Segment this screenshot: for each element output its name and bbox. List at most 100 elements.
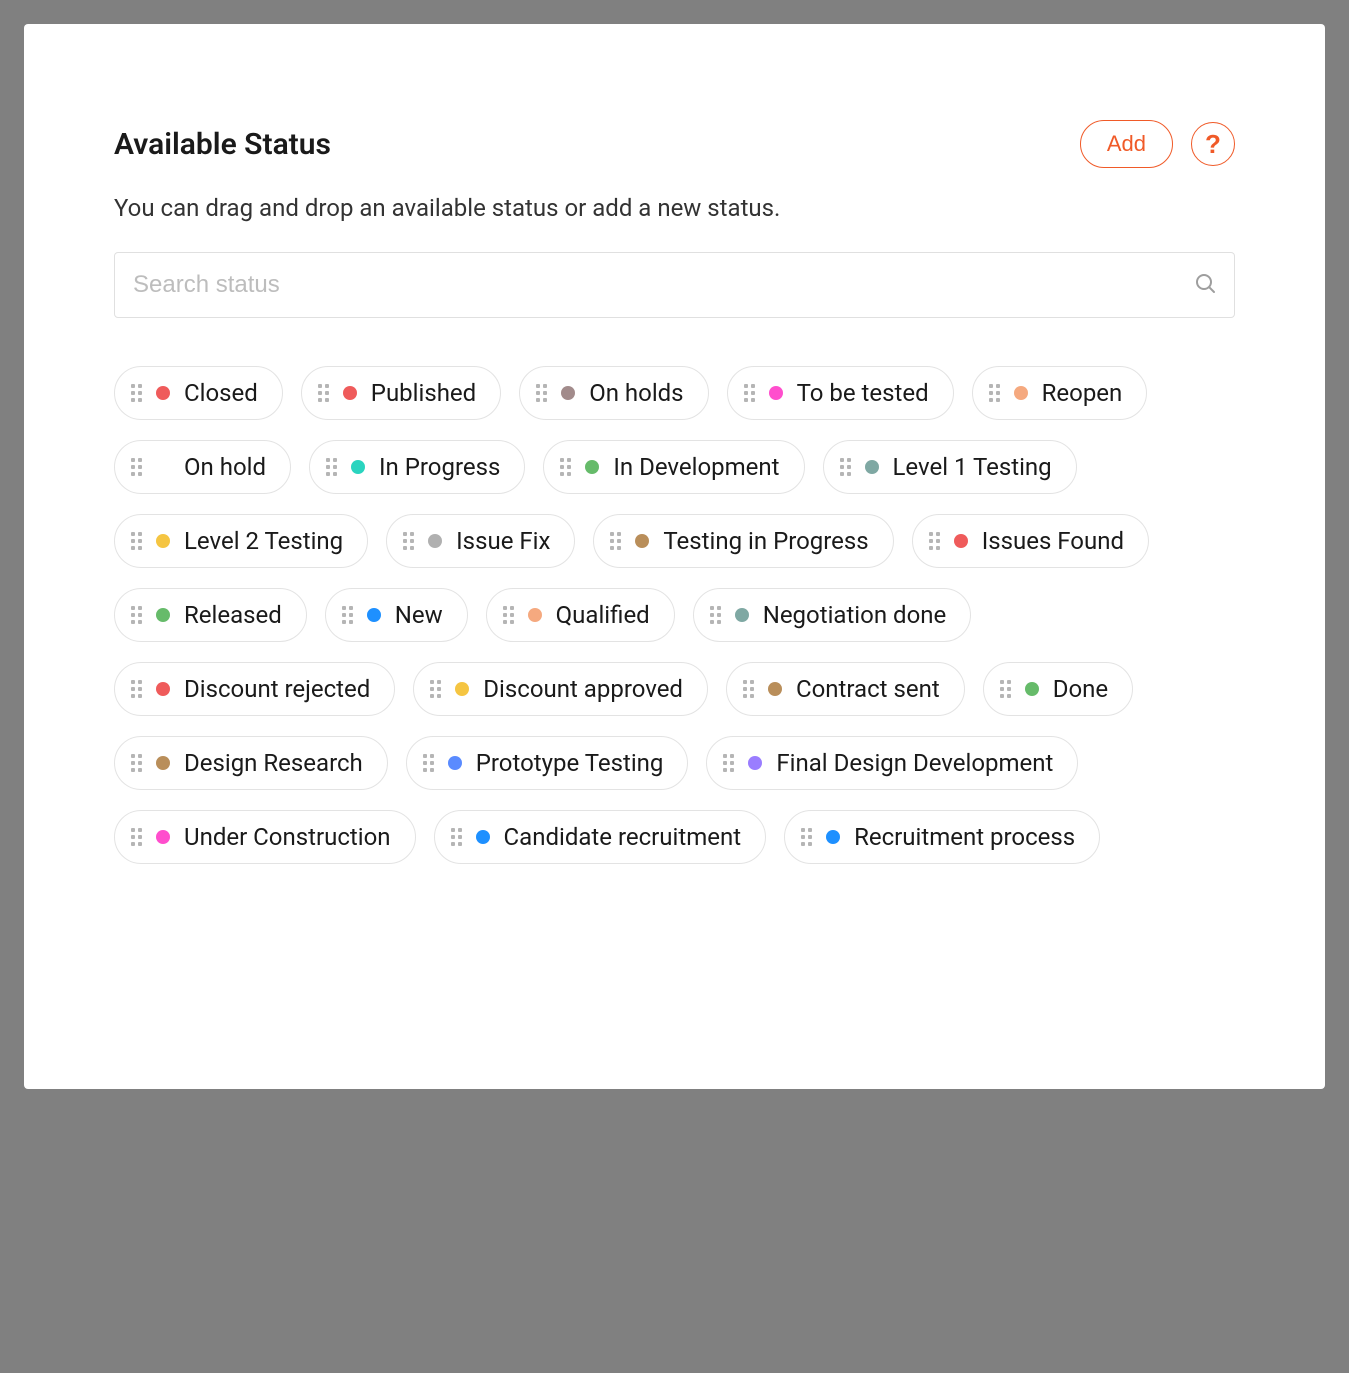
status-chip-label: On holds — [589, 379, 683, 407]
status-color-dot — [343, 386, 357, 400]
status-chip[interactable]: Closed — [114, 366, 283, 420]
status-chip-label: Released — [184, 601, 282, 629]
status-chip[interactable]: On hold — [114, 440, 291, 494]
status-color-dot — [367, 608, 381, 622]
status-chip[interactable]: Level 1 Testing — [823, 440, 1077, 494]
status-chip[interactable]: New — [325, 588, 468, 642]
status-chip[interactable]: Prototype Testing — [406, 736, 689, 790]
status-chip[interactable]: In Development — [543, 440, 804, 494]
status-chip[interactable]: Negotiation done — [693, 588, 972, 642]
status-color-dot — [156, 534, 170, 548]
drag-handle-icon[interactable] — [430, 680, 441, 698]
status-chip[interactable]: Done — [983, 662, 1133, 716]
drag-handle-icon[interactable] — [131, 828, 142, 846]
status-chip[interactable]: Released — [114, 588, 307, 642]
drag-handle-icon[interactable] — [423, 754, 434, 772]
status-chip[interactable]: Design Research — [114, 736, 388, 790]
status-chip[interactable]: To be tested — [727, 366, 954, 420]
drag-handle-icon[interactable] — [131, 606, 142, 624]
search-input[interactable] — [114, 252, 1235, 318]
status-color-dot — [635, 534, 649, 548]
status-color-dot — [561, 386, 575, 400]
status-chip-label: Negotiation done — [763, 601, 947, 629]
status-color-dot — [351, 460, 365, 474]
drag-handle-icon[interactable] — [744, 384, 755, 402]
status-chip-label: To be tested — [797, 379, 929, 407]
drag-handle-icon[interactable] — [1000, 680, 1011, 698]
drag-handle-icon[interactable] — [840, 458, 851, 476]
drag-handle-icon[interactable] — [131, 680, 142, 698]
status-chip-label: Reopen — [1042, 379, 1123, 407]
page-title: Available Status — [114, 127, 331, 162]
status-color-dot — [735, 608, 749, 622]
status-color-dot — [1025, 682, 1039, 696]
drag-handle-icon[interactable] — [989, 384, 1000, 402]
status-chip-label: Final Design Development — [776, 749, 1053, 777]
status-chip[interactable]: Discount approved — [413, 662, 708, 716]
status-chip-label: Design Research — [184, 749, 363, 777]
status-color-dot — [748, 756, 762, 770]
status-chip-label: Testing in Progress — [663, 527, 868, 555]
status-chip-label: Candidate recruitment — [504, 823, 742, 851]
status-color-dot — [826, 830, 840, 844]
drag-handle-icon[interactable] — [403, 532, 414, 550]
add-button[interactable]: Add — [1080, 120, 1173, 168]
drag-handle-icon[interactable] — [451, 828, 462, 846]
status-chip[interactable]: Final Design Development — [706, 736, 1078, 790]
drag-handle-icon[interactable] — [131, 384, 142, 402]
status-chip[interactable]: Qualified — [486, 588, 675, 642]
status-chip-label: Prototype Testing — [476, 749, 664, 777]
status-chip[interactable]: Candidate recruitment — [434, 810, 767, 864]
drag-handle-icon[interactable] — [131, 754, 142, 772]
status-chip-label: In Development — [613, 453, 779, 481]
drag-handle-icon[interactable] — [743, 680, 754, 698]
status-color-dot — [156, 830, 170, 844]
status-chip-label: Done — [1053, 675, 1108, 703]
status-chip-label: Level 2 Testing — [184, 527, 343, 555]
status-chip-label: Level 1 Testing — [893, 453, 1052, 481]
status-chip[interactable]: Contract sent — [726, 662, 965, 716]
status-color-dot — [156, 756, 170, 770]
drag-handle-icon[interactable] — [710, 606, 721, 624]
drag-handle-icon[interactable] — [131, 532, 142, 550]
status-chip[interactable]: In Progress — [309, 440, 525, 494]
status-chip-label: In Progress — [379, 453, 500, 481]
status-chip-label: Published — [371, 379, 476, 407]
header-row: Available Status Add ? — [114, 120, 1235, 168]
description-text: You can drag and drop an available statu… — [114, 194, 1235, 222]
status-color-dot — [448, 756, 462, 770]
status-chip-label: Contract sent — [796, 675, 940, 703]
status-chip[interactable]: Recruitment process — [784, 810, 1100, 864]
drag-handle-icon[interactable] — [610, 532, 621, 550]
status-color-dot — [156, 608, 170, 622]
status-chip[interactable]: Issue Fix — [386, 514, 575, 568]
status-chip[interactable]: Under Construction — [114, 810, 416, 864]
status-chip[interactable]: Testing in Progress — [593, 514, 893, 568]
status-chip-label: Issues Found — [982, 527, 1124, 555]
search-wrap — [114, 252, 1235, 318]
status-chip[interactable]: Level 2 Testing — [114, 514, 368, 568]
status-chip[interactable]: On holds — [519, 366, 708, 420]
drag-handle-icon[interactable] — [131, 458, 142, 476]
drag-handle-icon[interactable] — [318, 384, 329, 402]
help-button[interactable]: ? — [1191, 122, 1235, 166]
status-chip[interactable]: Issues Found — [912, 514, 1149, 568]
status-color-dot — [768, 682, 782, 696]
drag-handle-icon[interactable] — [326, 458, 337, 476]
drag-handle-icon[interactable] — [929, 532, 940, 550]
drag-handle-icon[interactable] — [342, 606, 353, 624]
help-icon: ? — [1205, 129, 1221, 160]
drag-handle-icon[interactable] — [560, 458, 571, 476]
header-actions: Add ? — [1080, 120, 1235, 168]
drag-handle-icon[interactable] — [723, 754, 734, 772]
status-color-dot — [476, 830, 490, 844]
drag-handle-icon[interactable] — [503, 606, 514, 624]
status-chip[interactable]: Discount rejected — [114, 662, 395, 716]
status-color-dot — [865, 460, 879, 474]
drag-handle-icon[interactable] — [536, 384, 547, 402]
status-chip-label: New — [395, 601, 443, 629]
status-chip[interactable]: Published — [301, 366, 501, 420]
status-color-dot — [769, 386, 783, 400]
status-chip[interactable]: Reopen — [972, 366, 1148, 420]
drag-handle-icon[interactable] — [801, 828, 812, 846]
